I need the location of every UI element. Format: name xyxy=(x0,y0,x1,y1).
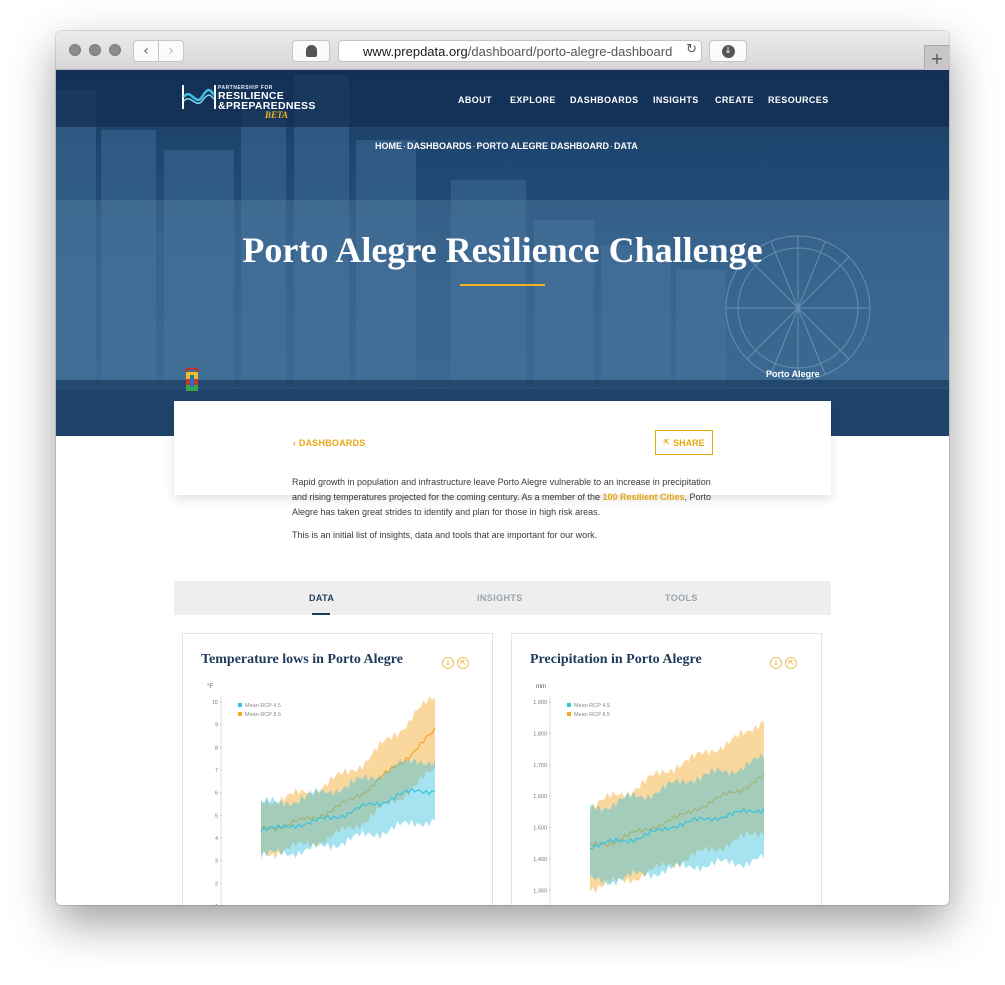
legend-swatch xyxy=(238,703,242,707)
breadcrumb: HOME·DASHBOARDS·PORTO ALEGRE DASHBOARD·D… xyxy=(375,141,638,151)
legend-label: Mean RCP 4.5 xyxy=(245,703,281,709)
download-icon[interactable]: ↓ xyxy=(770,657,782,669)
y-tick-label: 1 xyxy=(215,904,218,905)
breadcrumb-dashboards[interactable]: DASHBOARDS xyxy=(407,141,472,151)
share-icon[interactable]: ⇱ xyxy=(785,657,797,669)
downloads-button[interactable]: ↓ xyxy=(709,40,747,62)
intro-paragraph: Rapid growth in population and infrastru… xyxy=(292,475,722,520)
back-link-label: DASHBOARDS xyxy=(298,438,366,448)
browser-window: ‹ › www.prepdata.org/dashboard/porto-ale… xyxy=(56,31,949,905)
temperature-chart: °F 1 2 3 4 5 6 7 8 9 10 Mean RCP 4.5 Mean RCP 8.5 xyxy=(207,684,436,905)
breadcrumb-home[interactable]: HOME xyxy=(375,141,402,151)
legend-label: Mean RCP 8.5 xyxy=(574,712,610,718)
share-label: SHARE xyxy=(673,437,705,448)
page-title: Porto Alegre Resilience Challenge xyxy=(242,230,763,270)
tab-tools[interactable]: TOOLS xyxy=(665,593,698,603)
nav-explore[interactable]: EXPLORE xyxy=(510,95,556,105)
new-tab-button[interactable]: + xyxy=(924,45,949,70)
y-tick-label: 1,300 xyxy=(533,888,547,894)
web-page: PARTNERSHIP FOR RESILIENCE &PREPAREDNESS… xyxy=(56,70,949,905)
y-axis-unit: °F xyxy=(207,684,213,690)
back-button[interactable]: ‹ xyxy=(133,40,159,62)
y-tick-label: 1,800 xyxy=(533,731,547,737)
y-tick-label: 6 xyxy=(215,791,218,797)
logo-wordmark: PARTNERSHIP FOR RESILIENCE &PREPAREDNESS xyxy=(218,85,358,111)
download-icon[interactable]: ↓ xyxy=(442,657,454,669)
chevron-right-icon: › xyxy=(168,43,174,59)
tab-data[interactable]: DATA xyxy=(309,593,334,603)
precipitation-chart: mm 1,300 1,400 1,500 1,600 1,700 1,800 1,900 Mea… xyxy=(533,684,765,905)
legend-label: Mean RCP 8.5 xyxy=(245,712,281,718)
legend-swatch xyxy=(567,712,571,716)
100-resilient-cities-link[interactable]: 100 Resilient Cities xyxy=(603,492,685,502)
url-domain: www.prepdata.org xyxy=(363,43,468,59)
forward-button[interactable]: › xyxy=(158,40,184,62)
nav-about[interactable]: ABOUT xyxy=(458,95,492,105)
browser-toolbar: ‹ › www.prepdata.org/dashboard/porto-ale… xyxy=(56,31,949,70)
download-icon: ↓ xyxy=(721,44,735,58)
city-label: Porto Alegre xyxy=(766,369,820,379)
breadcrumb-current: DATA xyxy=(614,141,638,151)
share-icon: ⇱ xyxy=(663,438,671,447)
y-tick-label: 9 xyxy=(215,723,218,729)
hero-banner: PARTNERSHIP FOR RESILIENCE &PREPAREDNESS… xyxy=(56,70,949,436)
zoom-window-button[interactable] xyxy=(109,44,121,56)
beta-label: BETA xyxy=(265,110,289,120)
y-tick-label: 5 xyxy=(215,813,218,819)
plus-icon: + xyxy=(930,48,944,68)
precipitation-chart-card: Precipitation in Porto Alegre ↓ ⇱ mm 1,30… xyxy=(511,633,822,905)
prep-logo-icon xyxy=(182,85,216,109)
ghostery-extension-button[interactable] xyxy=(292,40,330,62)
y-tick-label: 2 xyxy=(215,881,218,887)
chevron-left-icon: ‹ xyxy=(143,43,149,59)
title-divider xyxy=(460,284,545,286)
chart-title: Precipitation in Porto Alegre xyxy=(530,652,702,667)
address-bar[interactable]: www.prepdata.org/dashboard/porto-alegre-… xyxy=(338,40,702,62)
y-tick-label: 8 xyxy=(215,745,218,751)
y-axis-unit: mm xyxy=(536,684,546,690)
legend-swatch xyxy=(238,712,242,716)
breadcrumb-porto-alegre-dashboard[interactable]: PORTO ALEGRE DASHBOARD xyxy=(477,141,610,151)
legend-label: Mean RCP 4.5 xyxy=(574,703,610,709)
temperature-chart-card: Temperature lows in Porto Alegre ↓ ⇱ °F 1… xyxy=(182,633,493,905)
y-tick-label: 1,600 xyxy=(533,794,547,800)
y-tick-label: 1,900 xyxy=(533,700,547,706)
nav-resources[interactable]: RESOURCES xyxy=(768,95,829,105)
nav-insights[interactable]: INSIGHTS xyxy=(653,95,699,105)
share-button[interactable]: ⇱ SHARE xyxy=(655,430,713,455)
y-tick-label: 4 xyxy=(215,836,218,842)
y-tick-label: 10 xyxy=(212,700,218,706)
close-window-button[interactable] xyxy=(69,44,81,56)
y-tick-label: 1,500 xyxy=(533,826,547,832)
y-tick-label: 7 xyxy=(215,768,218,774)
chart-title: Temperature lows in Porto Alegre xyxy=(201,652,403,667)
ghost-icon xyxy=(305,45,317,57)
y-tick-label: 3 xyxy=(215,859,218,865)
legend-swatch xyxy=(567,703,571,707)
nav-dashboards[interactable]: DASHBOARDS xyxy=(570,95,639,105)
intro-paragraph-2: This is an initial list of insights, dat… xyxy=(292,530,598,540)
minimize-window-button[interactable] xyxy=(89,44,101,56)
site-logo[interactable]: PARTNERSHIP FOR RESILIENCE &PREPAREDNESS… xyxy=(182,85,315,120)
section-tabs: DATA INSIGHTS TOOLS xyxy=(174,581,831,615)
series-band xyxy=(261,757,435,860)
city-crest-icon xyxy=(184,367,200,391)
url-path: /dashboard/porto-alegre-dashboard xyxy=(467,43,673,59)
active-tab-indicator xyxy=(312,613,330,615)
tab-insights[interactable]: INSIGHTS xyxy=(477,593,523,603)
y-tick-label: 1,700 xyxy=(533,763,547,769)
reload-icon[interactable]: ↻ xyxy=(683,42,697,57)
nav-create[interactable]: CREATE xyxy=(715,95,754,105)
back-to-dashboards-link[interactable]: ‹ DASHBOARDS xyxy=(293,438,365,448)
share-icon[interactable]: ⇱ xyxy=(457,657,469,669)
y-tick-label: 1,400 xyxy=(533,857,547,863)
